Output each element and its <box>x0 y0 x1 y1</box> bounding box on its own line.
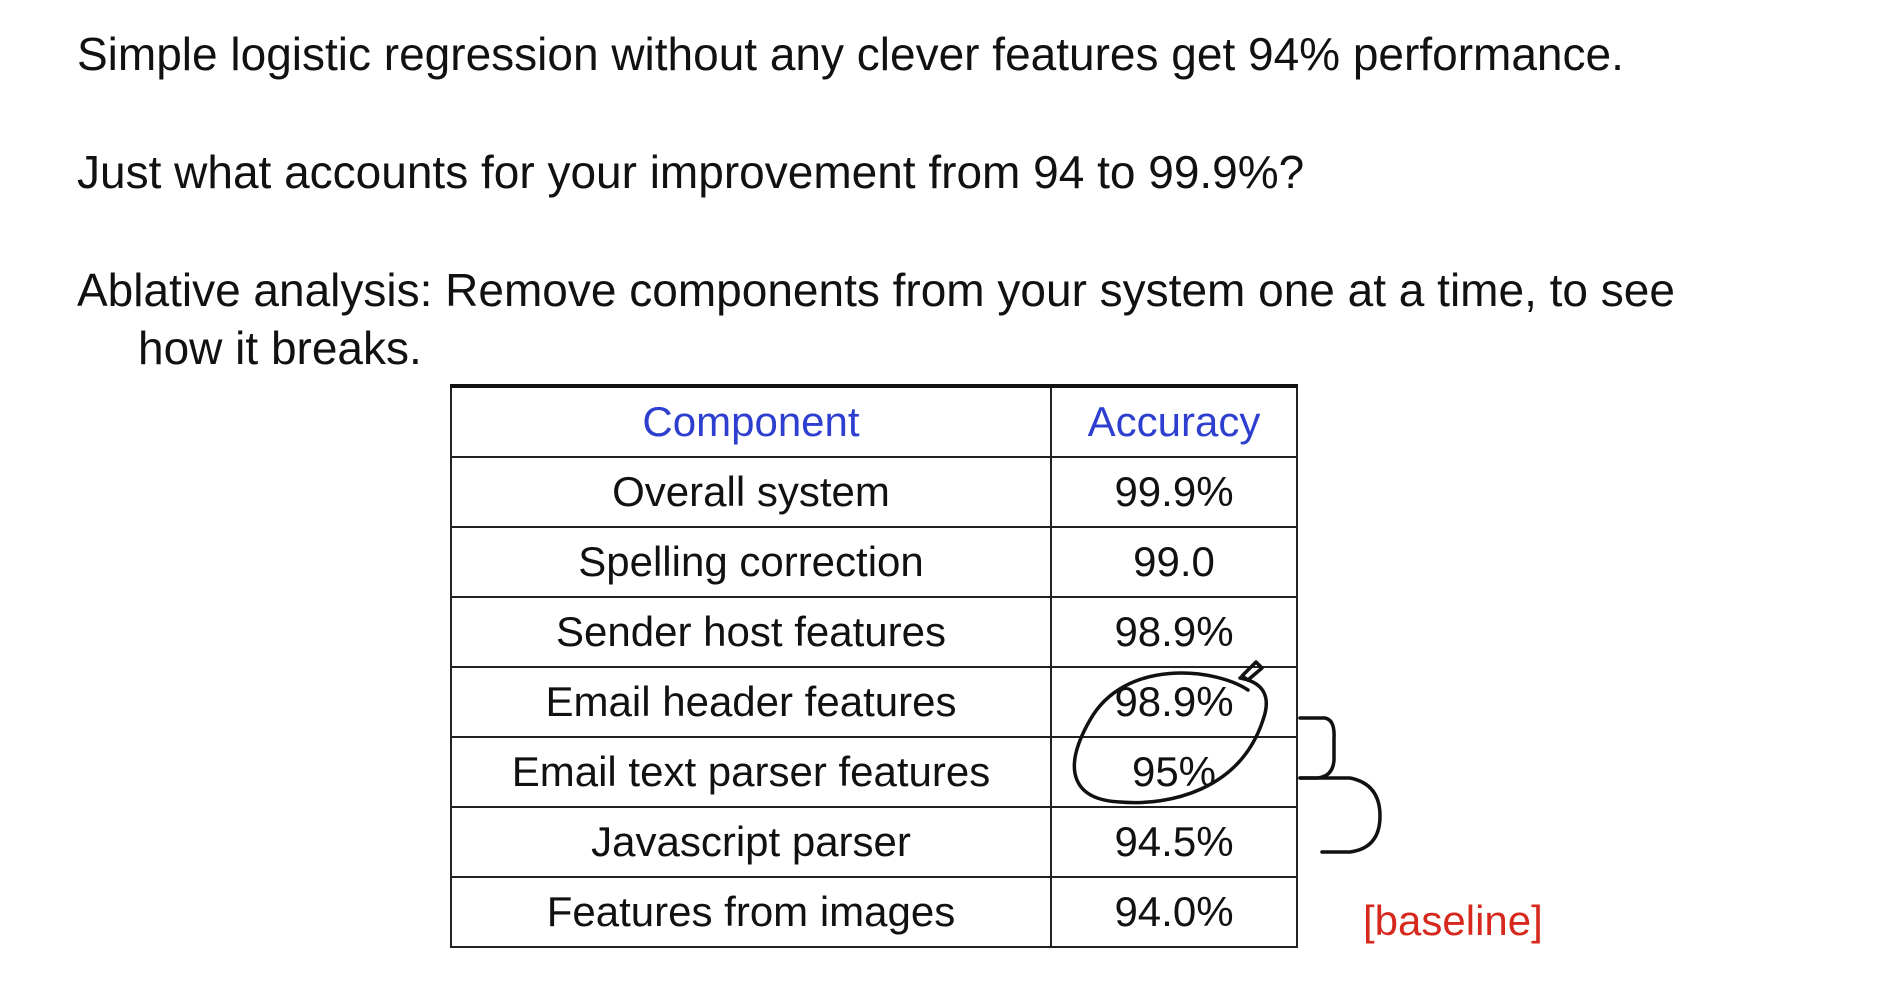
table-row: Email text parser features 95% <box>450 736 1298 808</box>
text-line-3-continuation: how it breaks. <box>138 322 422 374</box>
component-cell: Spelling correction <box>450 526 1052 598</box>
table-row: Overall system 99.9% <box>450 456 1298 528</box>
header-component: Component <box>450 385 1052 458</box>
accuracy-cell: 98.9% <box>1050 666 1298 738</box>
component-cell: Javascript parser <box>450 806 1052 878</box>
accuracy-cell: 94.0% <box>1050 876 1298 948</box>
table-header-row: Component Accuracy <box>450 385 1298 458</box>
header-accuracy: Accuracy <box>1050 385 1298 458</box>
component-cell: Email header features <box>450 666 1052 738</box>
accuracy-cell: 95% <box>1050 736 1298 808</box>
component-cell: Features from images <box>450 876 1052 948</box>
component-cell: Sender host features <box>450 596 1052 668</box>
table-row: Spelling correction 99.0 <box>450 526 1298 598</box>
table-row: Sender host features 98.9% <box>450 596 1298 668</box>
text-line-1: Simple logistic regression without any c… <box>77 28 1624 80</box>
table-row: Email header features 98.9% <box>450 666 1298 738</box>
ablation-table: Component Accuracy Overall system 99.9% … <box>450 384 1298 948</box>
component-cell: Overall system <box>450 456 1052 528</box>
baseline-label: [baseline] <box>1363 897 1543 944</box>
bracket-lower <box>1298 776 1382 854</box>
component-cell: Email text parser features <box>450 736 1052 808</box>
bracket-upper <box>1298 716 1336 780</box>
text-line-3: Ablative analysis: Remove components fro… <box>77 264 1675 316</box>
accuracy-cell: 94.5% <box>1050 806 1298 878</box>
table-row: Javascript parser 94.5% <box>450 806 1298 878</box>
accuracy-cell: 99.0 <box>1050 526 1298 598</box>
accuracy-cell: 98.9% <box>1050 596 1298 668</box>
text-line-2: Just what accounts for your improvement … <box>77 146 1305 198</box>
table-row: Features from images 94.0% <box>450 876 1298 948</box>
accuracy-cell: 99.9% <box>1050 456 1298 528</box>
